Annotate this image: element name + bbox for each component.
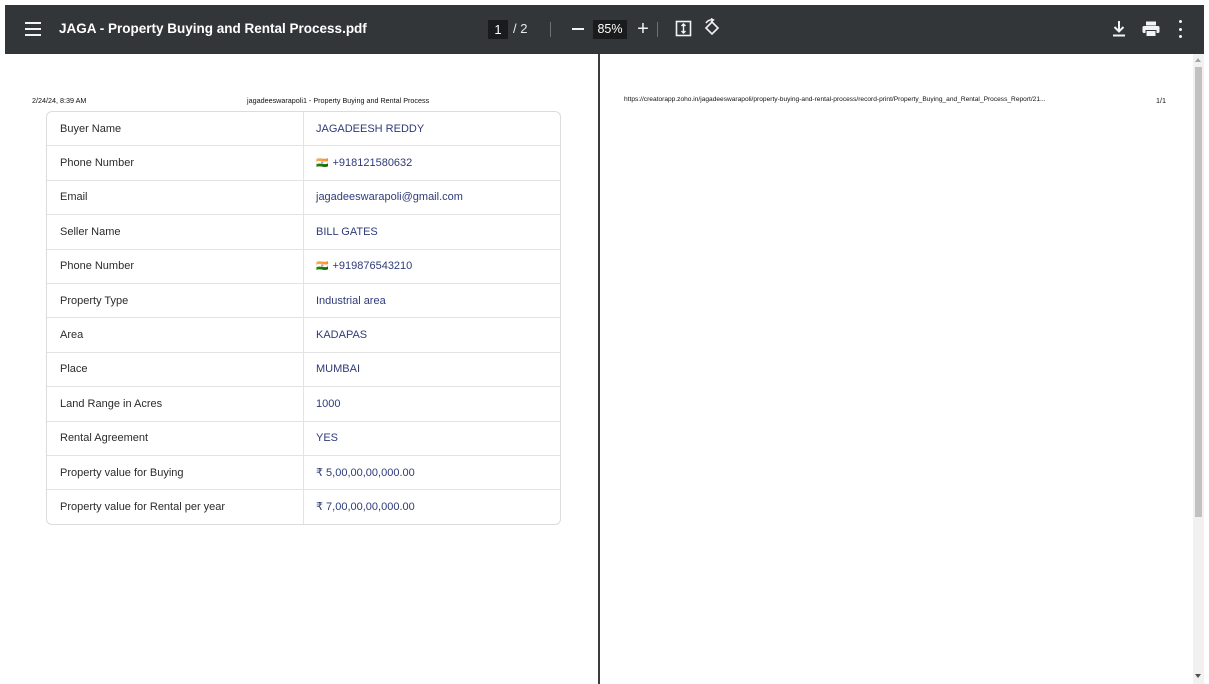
print-page-count: 1/1 (1156, 96, 1166, 105)
flag-icon: 🇮🇳 (316, 157, 329, 169)
table-row: Email jagadeeswarapoli@gmail.com (47, 179, 560, 215)
field-value-text: jagadeeswarapoli@gmail.com (316, 191, 463, 204)
print-icon[interactable] (1142, 21, 1160, 37)
field-value-text: YES (316, 432, 339, 445)
field-label: Rental Agreement (47, 421, 304, 455)
zoom-level-input[interactable]: 85% (593, 20, 627, 39)
field-label: Email (47, 180, 304, 215)
pdf-page-2: https://creatorapp.zoho.in/jagadeeswarap… (600, 54, 1195, 684)
rotate-icon[interactable] (702, 18, 722, 38)
scroll-down-arrow-icon[interactable] (1195, 674, 1201, 678)
field-value-text: Industrial area (316, 294, 386, 307)
table-row: Rental Agreement YES (47, 420, 560, 455)
pdf-page-1: 2/24/24, 8:39 AM jagadeeswarapoli1 - Pro… (5, 54, 598, 684)
field-label: Property value for Buying (47, 455, 304, 490)
table-row: Phone Number 🇮🇳 +919876543210 (47, 248, 560, 283)
field-value: ₹ 5,00,00,00,000.00 (304, 456, 560, 489)
field-value: JAGADEESH REDDY (304, 112, 560, 145)
toolbar-divider (657, 22, 658, 37)
field-label: Phone Number (47, 146, 304, 180)
zoom-in-button[interactable]: + (633, 17, 653, 41)
table-row: Land Range in Acres 1000 (47, 386, 560, 421)
print-date: 2/24/24, 8:39 AM (32, 96, 87, 105)
field-value: jagadeeswarapoli@gmail.com (304, 181, 560, 214)
field-value: 1000 (304, 387, 560, 420)
download-icon[interactable] (1111, 20, 1127, 38)
pdf-toolbar: JAGA - Property Buying and Rental Proces… (5, 5, 1204, 54)
flag-icon: 🇮🇳 (316, 260, 329, 272)
field-value-text: BILL GATES (316, 225, 378, 238)
fit-to-page-icon[interactable] (675, 20, 692, 37)
record-table: Buyer Name JAGADEESH REDDY Phone Number 🇮🇳 +… (46, 111, 561, 525)
field-value: ₹ 7,00,00,00,000.00 (304, 490, 560, 523)
pdf-viewport[interactable]: 2/24/24, 8:39 AM jagadeeswarapoli1 - Pro… (5, 54, 1204, 684)
field-value-text: MUMBAI (316, 363, 360, 376)
table-row: Place MUMBAI (47, 351, 560, 387)
field-label: Land Range in Acres (47, 387, 304, 421)
field-value: KADAPAS (304, 318, 560, 351)
field-value: MUMBAI (304, 353, 560, 386)
menu-icon[interactable] (22, 18, 44, 40)
table-row: Property value for Rental per year ₹ 7,00… (47, 489, 560, 524)
field-value-text: +919876543210 (332, 260, 413, 273)
scroll-up-arrow-icon[interactable] (1195, 58, 1201, 62)
field-label: Seller Name (47, 215, 304, 249)
field-value-text: ₹ 5,00,00,00,000.00 (316, 467, 415, 480)
table-row: Seller Name BILL GATES (47, 214, 560, 249)
scroll-thumb[interactable] (1195, 67, 1202, 517)
print-url: https://creatorapp.zoho.in/jagadeeswarap… (624, 96, 1046, 103)
toolbar-divider (550, 22, 551, 37)
document-title: JAGA - Property Buying and Rental Proces… (59, 21, 367, 36)
table-row: Property Type Industrial area (47, 282, 560, 318)
field-label: Phone Number (47, 249, 304, 283)
print-title: jagadeeswarapoli1 - Property Buying and … (247, 96, 430, 105)
field-label: Place (47, 352, 304, 387)
table-row: Phone Number 🇮🇳 +918121580632 (47, 145, 560, 180)
table-row: Area KADAPAS (47, 317, 560, 352)
zoom-out-button[interactable] (569, 20, 587, 38)
vertical-scrollbar[interactable] (1193, 54, 1204, 684)
field-value: 🇮🇳 +919876543210 (304, 250, 560, 283)
more-options-icon[interactable] (1177, 20, 1183, 38)
field-value: Industrial area (304, 284, 560, 317)
field-value-text: JAGADEESH REDDY (316, 122, 425, 135)
field-value-text: 1000 (316, 397, 341, 410)
page-number-input[interactable]: 1 (488, 20, 508, 39)
field-label: Property Type (47, 283, 304, 318)
field-label: Buyer Name (47, 112, 304, 146)
table-row: Buyer Name JAGADEESH REDDY (47, 112, 560, 146)
field-value-text: ₹ 7,00,00,00,000.00 (316, 501, 415, 514)
field-value-text: +918121580632 (332, 157, 413, 170)
field-value: BILL GATES (304, 215, 560, 248)
field-label: Area (47, 318, 304, 352)
table-row: Property value for Buying ₹ 5,00,00,00,00… (47, 454, 560, 490)
field-value-text: KADAPAS (316, 329, 368, 342)
page-total: / 2 (513, 21, 528, 36)
field-label: Property value for Rental per year (47, 490, 304, 524)
field-value: 🇮🇳 +918121580632 (304, 146, 560, 179)
field-value: YES (304, 422, 560, 455)
